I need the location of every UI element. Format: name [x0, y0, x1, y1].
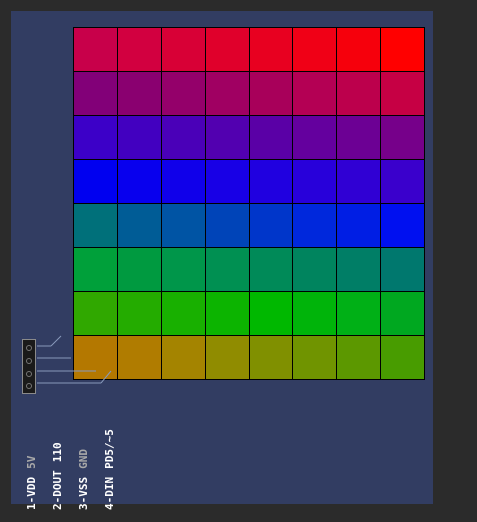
pin-name-label: 3-VSS [77, 476, 90, 510]
pin-signal-label: 5V [25, 455, 38, 469]
pin-header[interactable] [22, 339, 36, 394]
pin-label-3: 3-VSS GND [77, 449, 90, 510]
wire-1-diag [50, 335, 62, 347]
pin-4-hole[interactable] [26, 383, 32, 389]
pin-1-hole[interactable] [26, 345, 32, 351]
circuit-board: 1-VDD 5V 2-DOUT 110 3-VSS GND 4-DIN PD5/~5 [11, 11, 433, 510]
pin-name-label: 1-VDD [25, 476, 38, 510]
pin-label-2: 2-DOUT 110 [51, 442, 64, 510]
pin-signal-label: GND [77, 449, 90, 469]
pin-2-hole[interactable] [26, 358, 32, 364]
pin-name-label: 4-DIN [103, 476, 116, 510]
pin-label-1: 1-VDD 5V [25, 455, 38, 510]
pin-signal-label: PD5/~5 [103, 429, 116, 469]
pin-label-4: 4-DIN PD5/~5 [103, 429, 116, 510]
wire-4-diag [100, 370, 112, 384]
pin-3-hole[interactable] [26, 371, 32, 377]
pin-signal-label: 110 [51, 442, 64, 463]
pin-name-label: 2-DOUT [51, 470, 64, 510]
pin-labels: 1-VDD 5V 2-DOUT 110 3-VSS GND 4-DIN PD5/~5 [11, 411, 161, 516]
